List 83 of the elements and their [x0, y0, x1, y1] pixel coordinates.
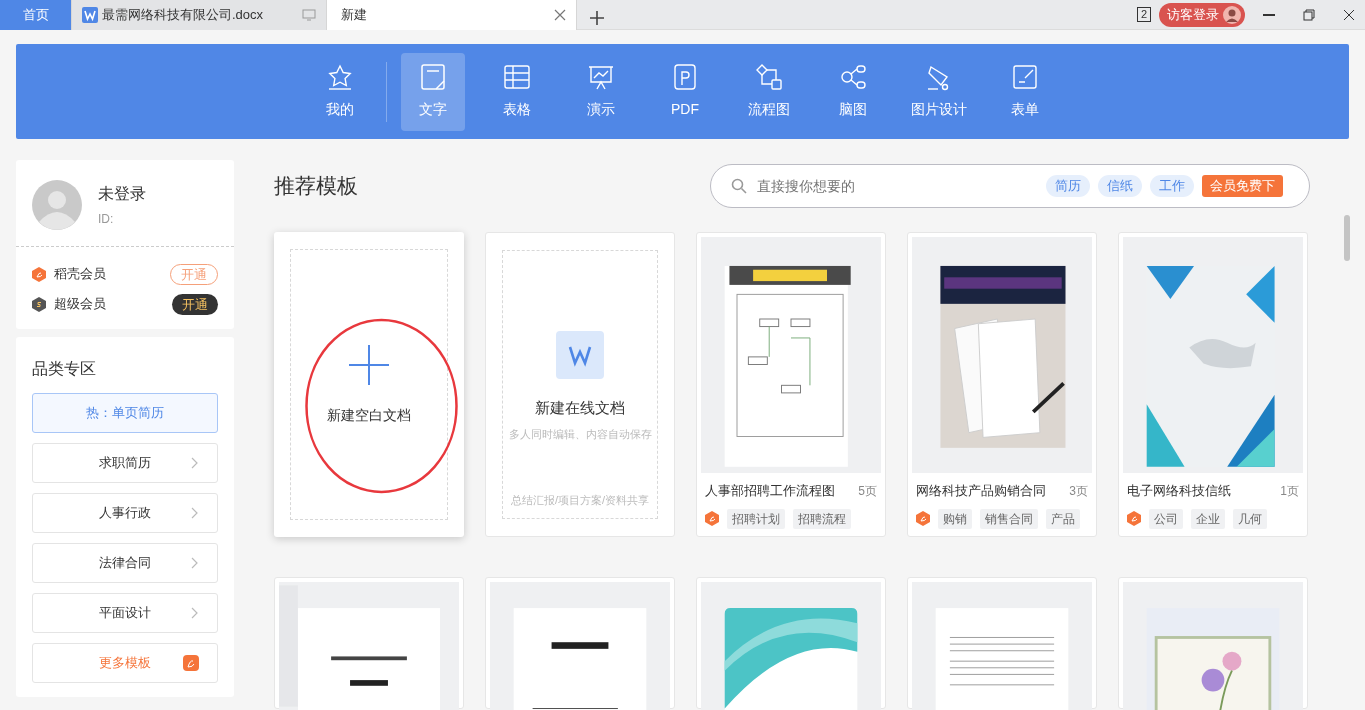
template-tag[interactable]: 产品 — [1046, 508, 1080, 529]
user-id: ID: — [98, 211, 115, 228]
template-title: 电子网络科技信纸 — [1127, 482, 1231, 500]
category-tab[interactable]: 我的 — [308, 52, 372, 131]
template-tag[interactable]: 招聘计划 — [727, 508, 785, 529]
category-item[interactable]: 法律合同 — [32, 543, 218, 583]
section-title: 推荐模板 — [274, 173, 358, 200]
document-icon — [556, 331, 604, 379]
tab[interactable]: 首页 — [0, 0, 72, 30]
restore-icon — [1302, 7, 1316, 22]
star-icon — [326, 63, 354, 91]
user-name: 未登录 — [98, 184, 146, 204]
panel-title: 品类专区 — [32, 359, 97, 379]
category-tab[interactable]: 图片设计 — [905, 52, 973, 131]
template-tag[interactable]: 销售合同 — [980, 508, 1038, 529]
close-icon[interactable] — [554, 9, 566, 21]
scrollbar-thumb[interactable] — [1344, 215, 1350, 261]
open-button[interactable]: 开通 — [172, 293, 218, 315]
page-count: 1页 — [1280, 482, 1299, 500]
avatar-icon — [1223, 5, 1241, 24]
tab[interactable]: 新建 — [327, 0, 577, 30]
mind-map-icon — [839, 63, 867, 91]
search-tag[interactable]: 工作 — [1150, 175, 1194, 197]
plus-icon — [590, 10, 604, 25]
close-icon — [1342, 7, 1356, 22]
dollar-badge-icon — [32, 296, 46, 312]
template-tag[interactable]: 几何 — [1233, 508, 1267, 529]
search-icon — [731, 178, 747, 194]
category-item[interactable]: 热：单页简历 — [32, 393, 218, 433]
membership-label: 稻壳会员 — [54, 265, 106, 284]
template-tag[interactable]: 招聘流程 — [793, 508, 851, 529]
template-card[interactable]: 人事部招聘工作流程图 5页 招聘计划 招聘流程 — [696, 232, 886, 537]
category-item[interactable]: 更多模板 — [32, 643, 218, 683]
document-icon — [82, 7, 98, 23]
tab[interactable]: 最需网络科技有限公司.docx — [72, 0, 327, 30]
table-icon — [503, 63, 531, 91]
category-tab[interactable]: 演示 — [569, 52, 633, 131]
category-tab[interactable]: PDF — [653, 52, 717, 131]
leaf-icon — [183, 655, 199, 671]
plus-icon — [349, 345, 389, 385]
window-count[interactable]: 2 — [1136, 7, 1151, 22]
leaf-badge-icon — [1127, 511, 1141, 526]
category-item[interactable]: 人事行政 — [32, 493, 218, 533]
template-card[interactable]: 电子网络科技信纸 1页 公司 企业 几何 — [1118, 232, 1308, 537]
leaf-badge-icon — [32, 266, 46, 282]
template-title: 网络科技产品购销合同 — [916, 482, 1046, 500]
pdf-icon — [671, 63, 699, 91]
search-field[interactable]: 直接搜你想要的 简历 信纸 工作 会员免费下 — [710, 164, 1310, 208]
avatar-icon — [32, 180, 82, 230]
category-tab[interactable]: 流程图 — [737, 52, 801, 131]
card-title: 新建空白文档 — [327, 406, 411, 425]
chevron-icon — [191, 607, 199, 619]
category-tab[interactable]: 表单 — [993, 52, 1057, 131]
category-item[interactable]: 求职简历 — [32, 443, 218, 483]
presentation-icon — [587, 63, 615, 91]
chevron-icon — [191, 557, 199, 569]
template-title: 人事部招聘工作流程图 — [705, 482, 835, 500]
chevron-icon — [191, 507, 199, 519]
new-blank-card[interactable]: 新建空白文档 — [274, 232, 464, 537]
category-item[interactable]: 平面设计 — [32, 593, 218, 633]
category-tab[interactable]: 脑图 — [821, 52, 885, 131]
leaf-badge-icon — [916, 511, 930, 526]
template-card[interactable]: 网络科技产品购销合同 3页 购销 销售合同 产品 — [907, 232, 1097, 537]
card-footer: 总结汇报/项目方案/资料共享 — [510, 491, 650, 508]
leaf-badge-icon — [705, 511, 719, 526]
login-button[interactable]: 访客登录 — [1159, 2, 1245, 27]
chevron-icon — [191, 457, 199, 469]
template-tag[interactable]: 购销 — [938, 508, 972, 529]
category-tab[interactable]: 表格 — [485, 52, 549, 131]
card-title: 新建在线文档 — [535, 398, 625, 418]
template-tag[interactable]: 公司 — [1149, 508, 1183, 529]
minimize-icon — [1262, 13, 1276, 16]
monitor-icon — [302, 9, 316, 21]
document-icon — [419, 63, 447, 91]
form-icon — [1011, 63, 1039, 91]
promo-button[interactable]: 会员免费下 — [1202, 175, 1283, 197]
page-count: 5页 — [858, 482, 877, 500]
membership-label: 超级会员 — [54, 295, 106, 314]
search-tag[interactable]: 信纸 — [1098, 175, 1142, 197]
search-tag[interactable]: 简历 — [1046, 175, 1090, 197]
flowchart-icon — [755, 63, 783, 91]
page-count: 3页 — [1069, 482, 1088, 500]
template-tag[interactable]: 企业 — [1191, 508, 1225, 529]
